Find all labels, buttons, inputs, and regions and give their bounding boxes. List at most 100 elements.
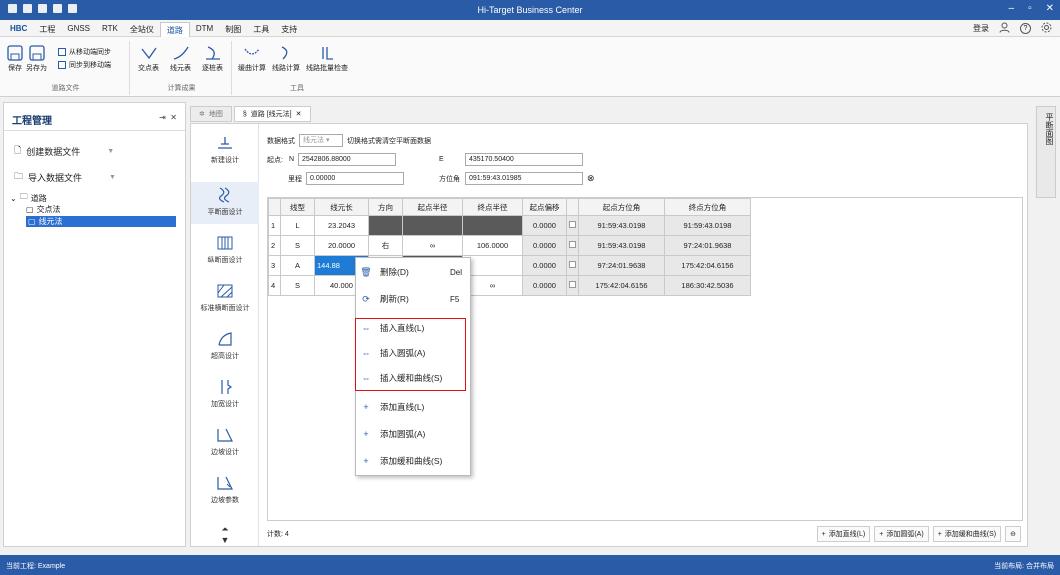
- table-row[interactable]: 4 S 40.000 ∞ 0.0000 175:42:04.6156 186:3…: [268, 275, 751, 296]
- col-start-radius[interactable]: 起点半径: [402, 198, 463, 216]
- superelevation-design-button[interactable]: 超高设计: [191, 330, 259, 361]
- tree-item-intersection-method[interactable]: ▢ 交点法: [26, 204, 61, 215]
- sync-icon: [58, 61, 66, 69]
- add-spiral-button[interactable]: + 添加缓和曲线(S): [932, 526, 1002, 542]
- clear-icon[interactable]: ⊗: [587, 173, 595, 184]
- add-arc-button[interactable]: + 添加圆弧(A): [874, 526, 929, 542]
- delete-button[interactable]: ⊖: [1005, 526, 1021, 542]
- slope-design-button[interactable]: 边坡设计: [191, 426, 259, 457]
- design-toolbar: 新建设计 平断面设计 纵断面设计 标准横断面设计 超高设计 加宽设计 边坡设计: [191, 124, 259, 546]
- refresh-icon: ⟳: [362, 293, 370, 304]
- menu-item-delete[interactable]: 🗑 删除(D) Del: [356, 266, 472, 278]
- table-row[interactable]: 2 S 20.0000 右 ∞ 106.0000 0.0000 91:59:43…: [268, 235, 751, 256]
- curve-icon: [173, 46, 189, 60]
- cross-section-icon: [217, 284, 233, 298]
- close-icon[interactable]: ✕: [170, 113, 177, 122]
- save-as-button[interactable]: 另存为: [26, 45, 47, 73]
- station-row: 里程 0.00000: [288, 172, 404, 185]
- slope-params-button[interactable]: 边坡参数: [191, 474, 259, 505]
- col-index: [268, 198, 281, 216]
- new-design-button[interactable]: 新建设计: [191, 134, 259, 165]
- chevron-down-icon[interactable]: ▼: [109, 174, 116, 181]
- menu-item-add-line[interactable]: + 添加直线(L): [356, 401, 472, 413]
- route-calc-button[interactable]: 线路计算: [272, 45, 300, 73]
- current-project: 当前工程: Example: [6, 563, 66, 570]
- add-line-button[interactable]: + 添加直线(L): [816, 526, 871, 542]
- arc-icon: [244, 48, 260, 55]
- table-row[interactable]: 3 A 144.88 0.0000 97:24:01.9638 175:42:0…: [268, 255, 751, 276]
- station-input[interactable]: 0.00000: [306, 172, 404, 185]
- azimuth-label: 方位角: [439, 175, 460, 183]
- chevron-down-icon: ⏶ ▼: [220, 524, 230, 545]
- side-panel-tab[interactable]: 平断面图: [1036, 106, 1056, 198]
- user-icon[interactable]: [999, 22, 1010, 35]
- vertical-design-button[interactable]: 纵断面设计: [191, 234, 259, 265]
- col-type[interactable]: 线型: [280, 198, 315, 216]
- format-row: 数据格式 线元法 ▾ 切换格式需清空平断面数据: [267, 134, 431, 147]
- horizontal-design-button[interactable]: 平断面设计: [191, 182, 259, 224]
- create-data-file-button[interactable]: 🗋 创建数据文件 ▼: [14, 143, 114, 159]
- close-icon[interactable]: ✕: [1046, 3, 1054, 14]
- col-checkbox: [566, 198, 579, 216]
- start-point-form: 数据格式 线元法 ▾ 切换格式需清空平断面数据 起点: N 2542806.88…: [267, 132, 787, 194]
- gear-icon[interactable]: [1041, 22, 1052, 35]
- format-select[interactable]: 线元法 ▾: [299, 134, 343, 147]
- panel-title: 工程管理: [12, 116, 52, 127]
- import-data-file-button[interactable]: 🗀 导入数据文件 ▼: [14, 169, 116, 185]
- format-hint: 切换格式需清空平断面数据: [347, 137, 431, 145]
- save-button[interactable]: 保存: [6, 45, 24, 73]
- col-length[interactable]: 线元长: [314, 198, 369, 216]
- curve-calc-button[interactable]: 缓曲计算: [238, 45, 266, 73]
- col-start-offset[interactable]: 起点偏移: [522, 198, 567, 216]
- chevron-down-icon[interactable]: ▼: [107, 148, 114, 155]
- tree-item-element-method[interactable]: ▢ 线元法: [26, 216, 176, 227]
- chevron-down-icon[interactable]: ⌄: [10, 194, 17, 203]
- table-row[interactable]: 1 L 23.2043 0.0000 91:59:43.0198 91:59:4…: [268, 215, 751, 236]
- col-end-radius[interactable]: 终点半径: [462, 198, 523, 216]
- ribbon-group-calc-result: 交点表 线元表 逐桩表 计算成果: [132, 41, 232, 95]
- route-icon: [281, 46, 288, 60]
- file-icon: 🗋: [14, 145, 22, 155]
- tree-item-road[interactable]: ⌄ 🗀 道路: [10, 191, 47, 205]
- sync-icon: [58, 48, 66, 56]
- minimize-icon[interactable]: –: [1009, 3, 1015, 14]
- tab-map[interactable]: ✲ 地图: [190, 106, 232, 122]
- row-checkbox[interactable]: [569, 261, 576, 268]
- spiral-icon: [205, 46, 220, 60]
- n-input[interactable]: 2542806.88000: [298, 153, 397, 166]
- panel-header: 工程管理 ⇥ ✕: [4, 103, 185, 131]
- col-end-azimuth[interactable]: 终点方位角: [664, 198, 751, 216]
- menu-item-refresh[interactable]: ⟳ 刷新(R) F5: [356, 293, 472, 305]
- menu-item-add-spiral[interactable]: + 添加缓和曲线(S): [356, 455, 472, 467]
- close-icon[interactable]: ✕: [296, 110, 302, 118]
- intersection-table-button[interactable]: 交点表: [138, 45, 159, 73]
- row-checkbox[interactable]: [569, 281, 576, 288]
- tab-road-element[interactable]: § 道路 [线元法] ✕: [233, 106, 311, 122]
- vertical-profile-icon: [217, 236, 233, 250]
- menu-right: 登录 ?: [973, 22, 1052, 35]
- batch-check-button[interactable]: 线路批量检查: [306, 45, 348, 73]
- col-direction[interactable]: 方向: [368, 198, 403, 216]
- row-checkbox[interactable]: [569, 221, 576, 228]
- e-input[interactable]: 435170.50400: [465, 153, 583, 166]
- login-link[interactable]: 登录: [973, 23, 989, 34]
- azimuth-input[interactable]: 091:59:43.01985: [465, 172, 583, 185]
- e-label: E: [439, 156, 444, 163]
- standard-cross-section-button[interactable]: 标准横断面设计: [191, 282, 259, 313]
- row-checkbox[interactable]: [569, 241, 576, 248]
- widening-design-button[interactable]: 加宽设计: [191, 378, 259, 409]
- pin-icon[interactable]: ⇥: [159, 113, 166, 122]
- gear-icon: ✲: [199, 111, 205, 118]
- sync-to-mobile-button[interactable]: 同步到移动端: [58, 60, 111, 70]
- trash-icon: ⊖: [1010, 531, 1016, 538]
- document-tabs: ✲ 地图 § 道路 [线元法] ✕: [190, 106, 313, 122]
- sync-from-mobile-button[interactable]: 从移动端同步: [58, 47, 111, 57]
- element-table-button[interactable]: 线元表: [170, 45, 191, 73]
- menu-item-add-arc[interactable]: + 添加圆弧(A): [356, 428, 472, 440]
- restore-icon[interactable]: ▫: [1028, 3, 1032, 14]
- chainage-table-button[interactable]: 逐桩表: [202, 45, 223, 73]
- scroll-down-button[interactable]: ⏶ ▼: [191, 524, 259, 545]
- col-start-azimuth[interactable]: 起点方位角: [578, 198, 665, 216]
- start-label: 起点:: [267, 156, 283, 164]
- help-icon[interactable]: ?: [1020, 23, 1031, 34]
